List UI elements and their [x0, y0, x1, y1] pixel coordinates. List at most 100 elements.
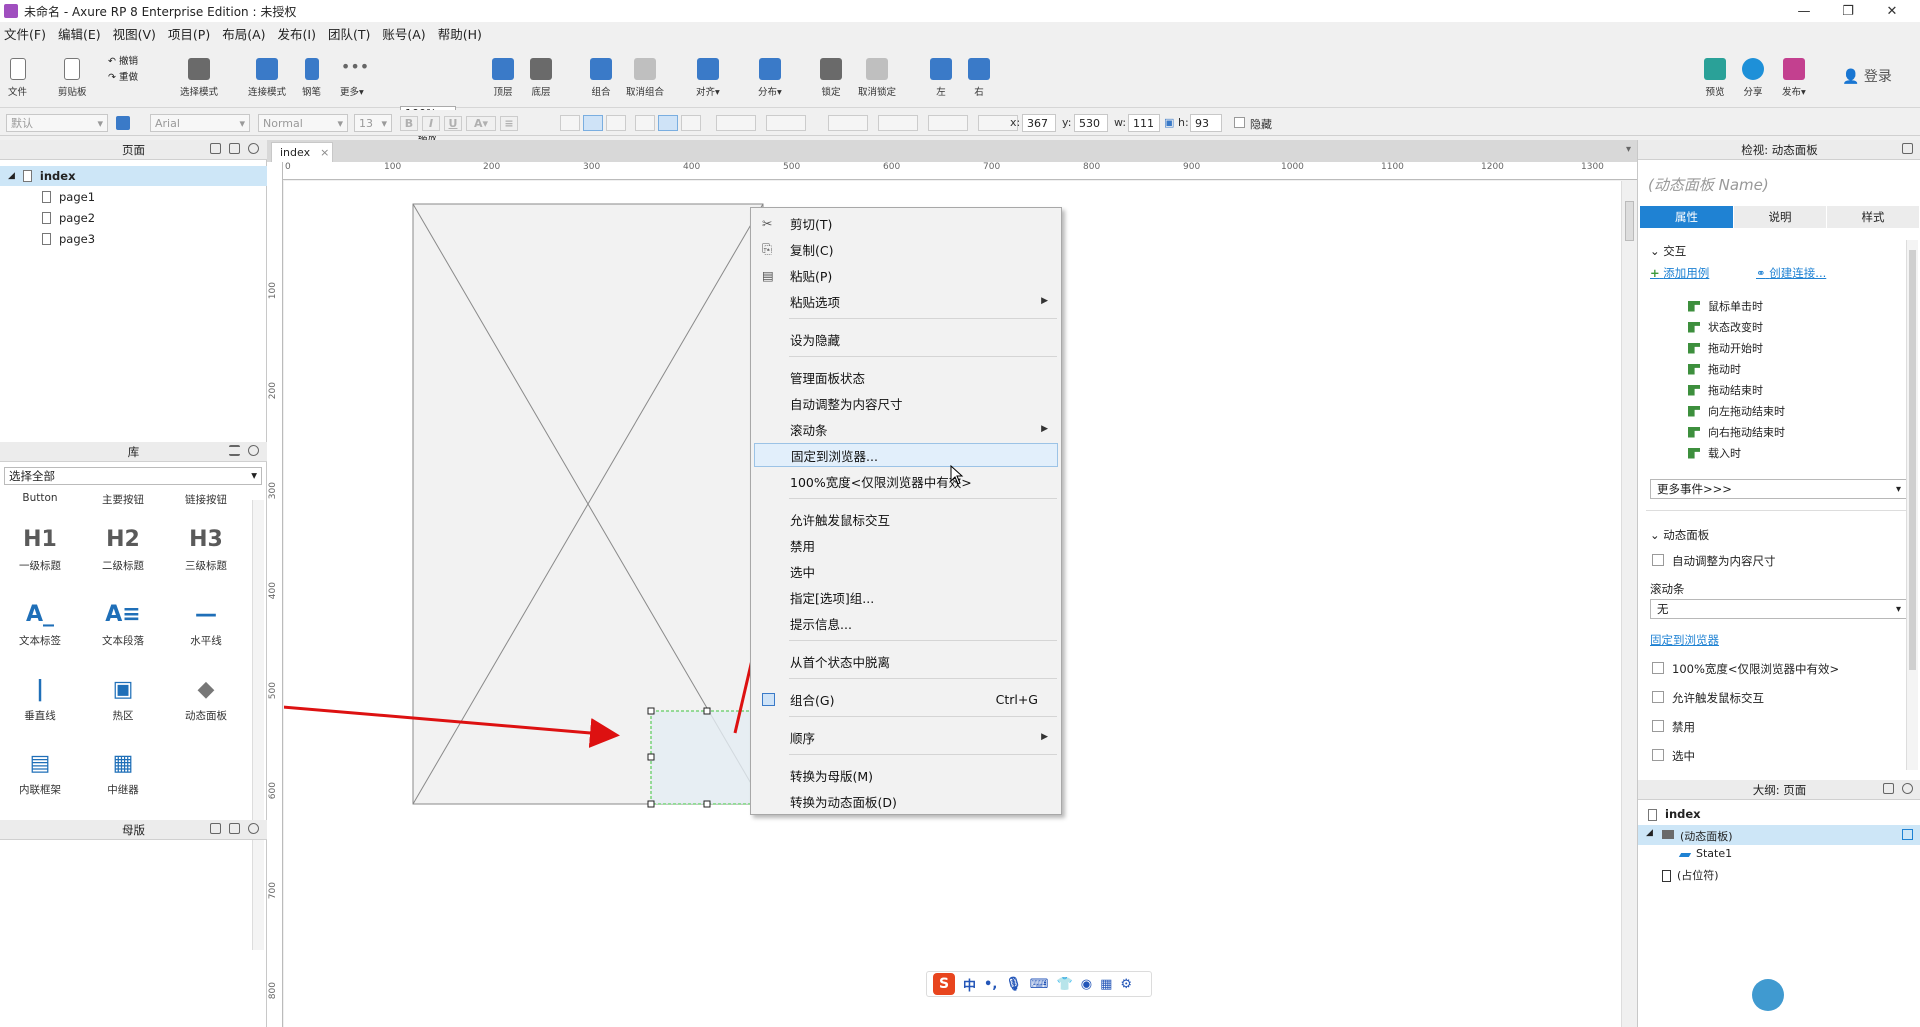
x-input[interactable]: 367	[1022, 114, 1056, 132]
aspect-lock-icon[interactable]: ▣	[1164, 116, 1174, 129]
menu-help[interactable]: 帮助(H)	[438, 24, 482, 43]
outline-root[interactable]: index	[1648, 807, 1701, 821]
y-input[interactable]: 530	[1074, 114, 1108, 132]
settings-icon[interactable]: ⚙	[1120, 977, 1132, 992]
library-item-h2[interactable]: H2 二级标题	[93, 520, 153, 573]
widget-name-input[interactable]: (动态面板 Name)	[1648, 174, 1769, 195]
menu-item-copy[interactable]: ⎘ 复制(C)	[754, 237, 1058, 261]
event-ondragdrop[interactable]: 拖动结束时	[1688, 382, 1763, 398]
font-color-button[interactable]: A▾	[466, 116, 496, 131]
selected-checkbox[interactable]	[1652, 749, 1664, 761]
library-item-h1[interactable]: H1 一级标题	[10, 520, 70, 573]
add-folder-icon[interactable]	[229, 823, 240, 834]
align-right-icon[interactable]	[606, 115, 626, 131]
menu-team[interactable]: 团队(T)	[328, 24, 370, 43]
page-tree-item[interactable]: page1	[0, 187, 267, 207]
menu-item-paste[interactable]: ▤ 粘贴(P)	[754, 263, 1058, 287]
menu-item-scrollbar[interactable]: 滚动条 ▶	[754, 417, 1058, 441]
library-item-h3[interactable]: H3 三级标题	[176, 520, 236, 573]
event-ondragstart[interactable]: 拖动开始时	[1688, 340, 1763, 356]
tab-notes[interactable]: 说明	[1734, 206, 1826, 228]
close-button[interactable]: ✕	[1870, 0, 1914, 22]
align-tool[interactable]: 对齐▾	[696, 58, 720, 98]
game-icon[interactable]: ◉	[1081, 977, 1092, 992]
outline-item-placeholder[interactable]: (占位符)	[1662, 867, 1719, 883]
valign-bottom-icon[interactable]	[681, 115, 701, 131]
tab-index[interactable]: index ×	[271, 142, 333, 162]
add-master-icon[interactable]	[210, 823, 221, 834]
full-width-checkbox[interactable]	[1652, 662, 1664, 674]
menu-item-break-away[interactable]: 从首个状态中脱离	[754, 649, 1058, 673]
menu-item-group[interactable]: 组合(G) Ctrl+G	[754, 687, 1058, 711]
menu-item-manage-states[interactable]: 管理面板状态	[754, 365, 1058, 389]
connect-mode-tool[interactable]: 连接模式	[248, 58, 286, 98]
align-left-icon[interactable]	[560, 115, 580, 131]
event-onclick[interactable]: 鼠标单击时	[1688, 298, 1763, 314]
search-icon[interactable]	[248, 143, 259, 154]
library-item-primary-button[interactable]: 主要按钮	[93, 492, 153, 507]
undo-button[interactable]: ↶ 撤销	[108, 54, 138, 70]
close-tab-icon[interactable]: ×	[320, 146, 329, 159]
microphone-icon[interactable]: 🎙	[1005, 977, 1022, 992]
menu-item-auto-fit[interactable]: 自动调整为内容尺寸	[754, 391, 1058, 415]
menu-item-cut[interactable]: ✂ 剪切(T)	[754, 211, 1058, 235]
event-onswiperight[interactable]: 向右拖动结束时	[1688, 424, 1785, 440]
page-tree-root[interactable]: ◢ index	[0, 166, 267, 186]
menu-item-disable[interactable]: 禁用	[754, 533, 1058, 557]
font-select[interactable]: Arial ▾	[150, 114, 250, 132]
menu-item-selected[interactable]: 选中	[754, 559, 1058, 583]
library-item-vline[interactable]: | 垂直线	[10, 670, 70, 723]
event-ondrag[interactable]: 拖动时	[1688, 361, 1741, 377]
library-item-hotspot[interactable]: ▣ 热区	[93, 670, 153, 723]
disabled-checkbox[interactable]	[1652, 720, 1664, 732]
style-format-icon[interactable]	[116, 116, 130, 130]
menu-item-order[interactable]: 顺序 ▶	[754, 725, 1058, 749]
search-icon[interactable]	[248, 445, 259, 456]
menu-edit[interactable]: 编辑(E)	[58, 24, 101, 43]
expand-arrow-icon[interactable]: ◢	[1646, 828, 1653, 838]
scrollbar-thumb[interactable]	[1625, 201, 1634, 241]
tab-style[interactable]: 样式	[1827, 206, 1919, 228]
inspector-scrollbar[interactable]	[1906, 240, 1918, 770]
library-item-button[interactable]: Button	[10, 492, 70, 504]
lock-tool[interactable]: 锁定	[820, 58, 842, 98]
w-input[interactable]: 111	[1128, 114, 1160, 132]
font-size-select[interactable]: 13 ▾	[354, 114, 392, 132]
library-item-link-button[interactable]: 链接按钮	[176, 492, 236, 507]
file-tool[interactable]: 文件	[8, 58, 27, 98]
keyboard-icon[interactable]: ⌨	[1030, 977, 1049, 992]
menu-item-option-group[interactable]: 指定[选项]组...	[754, 585, 1058, 609]
scrollbar-select[interactable]: 无	[1650, 599, 1908, 619]
library-item-text-label[interactable]: A_ 文本标签	[10, 595, 70, 648]
event-onload[interactable]: 载入时	[1688, 445, 1741, 461]
grid-icon[interactable]: ▦	[1100, 977, 1112, 992]
punctuation-icon[interactable]: •,	[984, 977, 997, 992]
menu-layout[interactable]: 布局(A)	[222, 24, 265, 43]
left-panel-tool[interactable]: 左	[930, 58, 952, 98]
menu-item-convert-dynamic-panel[interactable]: 转换为动态面板(D)	[754, 789, 1058, 813]
h-input[interactable]: 93	[1190, 114, 1222, 132]
page-tree-item[interactable]: page2	[0, 208, 267, 228]
library-scrollbar[interactable]	[252, 500, 264, 950]
font-weight-select[interactable]: Normal ▾	[258, 114, 348, 132]
library-item-hline[interactable]: — 水平线	[176, 595, 236, 648]
library-item-dynamic-panel[interactable]: ◆ 动态面板	[176, 670, 236, 723]
menu-item-paste-options[interactable]: 粘贴选项 ▶	[754, 289, 1058, 313]
interaction-section[interactable]: ⌄ 交互	[1650, 243, 1686, 259]
menu-item-pin-to-browser[interactable]: 固定到浏览器...	[754, 443, 1058, 467]
add-folder-icon[interactable]	[229, 143, 240, 154]
search-icon[interactable]	[1902, 783, 1913, 794]
menu-item-convert-master[interactable]: 转换为母版(M)	[754, 763, 1058, 787]
send-bottom-tool[interactable]: 底层	[530, 58, 552, 98]
menu-item-tooltip[interactable]: 提示信息...	[754, 611, 1058, 635]
bring-top-tool[interactable]: 顶层	[492, 58, 514, 98]
more-events-select[interactable]: 更多事件>>>	[1650, 479, 1908, 499]
library-item-paragraph[interactable]: A≡ 文本段落	[93, 595, 153, 648]
style-select[interactable]: 默认 ▾	[6, 114, 108, 132]
hidden-checkbox[interactable]	[1234, 117, 1245, 128]
menu-file[interactable]: 文件(F)	[4, 24, 46, 43]
minimize-button[interactable]: —	[1782, 0, 1826, 22]
outline-item-dynamic-panel[interactable]: ◢ (动态面板)	[1638, 825, 1920, 845]
page-tree-item[interactable]: page3	[0, 229, 267, 249]
valign-top-icon[interactable]	[635, 115, 655, 131]
